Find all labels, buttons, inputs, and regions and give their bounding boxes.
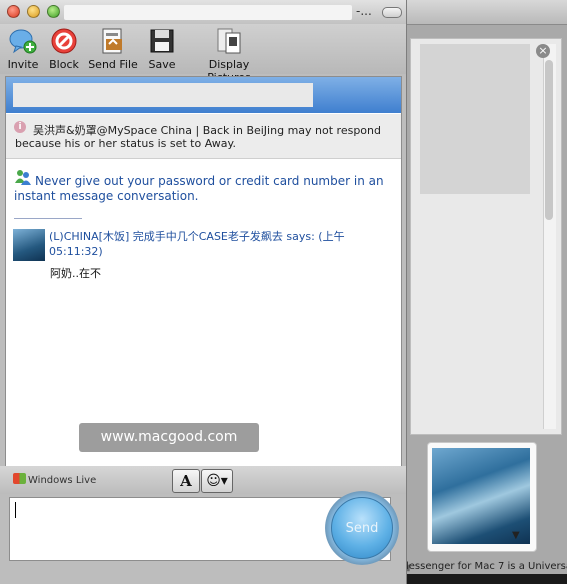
window-title bbox=[64, 5, 352, 20]
close-window-button[interactable] bbox=[7, 5, 20, 18]
status-text: 吴洪声&奶罩@MySpace China | Back in BeiJing m… bbox=[15, 124, 381, 150]
send-file-button[interactable]: Send File bbox=[88, 26, 138, 71]
display-pictures-icon bbox=[217, 28, 241, 54]
send-file-label: Send File bbox=[88, 58, 138, 71]
security-warning: Never give out your password or credit c… bbox=[14, 174, 384, 203]
invite-button[interactable]: Invite bbox=[7, 26, 39, 71]
background-window: × ▼ ◢ lessenger for Mac 7 is a Universa bbox=[400, 0, 567, 584]
contact-header bbox=[6, 77, 401, 113]
conversation-area[interactable]: i 吴洪声&奶罩@MySpace China | Back in BeiJing… bbox=[5, 76, 402, 468]
background-content-placeholder bbox=[420, 44, 530, 194]
block-button[interactable]: Block bbox=[47, 26, 81, 71]
toolbar-toggle-button[interactable] bbox=[382, 7, 402, 18]
block-label: Block bbox=[49, 58, 79, 71]
emoticon-button[interactable]: ☺▾ bbox=[201, 469, 233, 493]
font-button[interactable]: A bbox=[172, 469, 200, 493]
toolbar: Invite Block Send File Save Display bbox=[0, 24, 406, 84]
text-caret bbox=[15, 502, 16, 518]
windows-live-flag-icon bbox=[13, 473, 26, 484]
save-button[interactable]: Save bbox=[147, 26, 177, 71]
background-text: lessenger for Mac 7 is a Universa bbox=[406, 561, 567, 572]
send-button[interactable]: Send bbox=[331, 497, 393, 559]
titlebar: -... bbox=[0, 0, 406, 24]
invite-label: Invite bbox=[7, 58, 39, 71]
watermark: www.macgood.com bbox=[79, 423, 259, 452]
send-file-icon bbox=[102, 28, 122, 54]
message-text: 阿奶..在不 bbox=[50, 267, 101, 280]
invite-icon bbox=[9, 29, 37, 54]
background-close-icon[interactable]: × bbox=[536, 44, 550, 58]
contact-name-field bbox=[13, 83, 313, 107]
windows-live-logo: Windows Live bbox=[13, 473, 96, 486]
dropdown-arrow-icon[interactable]: ▼ bbox=[512, 530, 520, 541]
minimize-window-button[interactable] bbox=[27, 5, 40, 18]
background-scroll-thumb[interactable] bbox=[545, 60, 553, 220]
sender-avatar bbox=[13, 229, 45, 261]
chat-window: -... Invite Block Send File Save Display… bbox=[0, 0, 407, 584]
title-ellipsis: -... bbox=[356, 4, 372, 18]
separator bbox=[14, 218, 82, 219]
background-window-titlebar bbox=[400, 0, 567, 25]
windows-live-label: Windows Live bbox=[28, 475, 97, 486]
save-icon bbox=[150, 29, 174, 53]
save-label: Save bbox=[148, 58, 176, 71]
background-dark-strip bbox=[406, 574, 567, 584]
zoom-window-button[interactable] bbox=[47, 5, 60, 18]
message-sender-line: (L)CHINA[木饭] 完成手中几个CASE老子发飙去 says: (上午 0… bbox=[49, 230, 345, 258]
block-icon bbox=[51, 28, 77, 54]
